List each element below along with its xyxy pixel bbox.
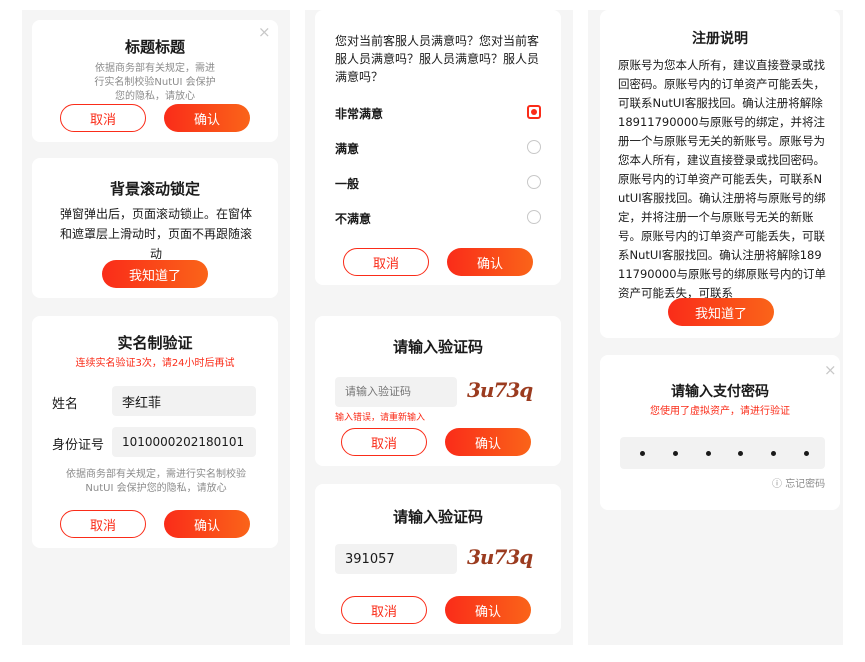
privacy-dialog: × 标题标题 依据商务部有关规定，需进行实名制校验NutUI 会保护您的隐私，请… xyxy=(32,20,278,142)
pay-password-dialog: × 请输入支付密码 您使用了虚拟资产，请进行验证 ⓘ 忘记密码 xyxy=(600,355,840,510)
cancel-button[interactable]: 取消 xyxy=(341,596,427,624)
captcha-dialog-filled: 请输入验证码 391057 3u73q 取消 确认 xyxy=(315,484,561,634)
cancel-button[interactable]: 取消 xyxy=(60,104,146,132)
captcha-input[interactable]: 391057 xyxy=(335,544,457,574)
survey-dialog: 您对当前客服人员满意吗？您对当前客服人员满意吗？服人员满意吗？服人员满意吗？ 非… xyxy=(315,10,561,285)
password-dot xyxy=(673,451,678,456)
realname-dialog: 实名制验证 连续实名验证3次，请24小时后再试 姓名 李红菲 身份证号 1010… xyxy=(32,316,278,548)
option-label-unsatisfied: 不满意 xyxy=(335,212,372,226)
captcha-input[interactable] xyxy=(335,377,457,407)
password-input[interactable] xyxy=(620,437,825,469)
scroll-lock-dialog: 背景滚动锁定 弹窗弹出后，页面滚动锁止。在窗体和遮罩层上滑动时，页面不再跟随滚动… xyxy=(32,158,278,298)
error-text: 输入错误，请重新输入 xyxy=(335,413,426,423)
option-radio-unsatisfied[interactable] xyxy=(527,210,541,224)
cancel-button[interactable]: 取消 xyxy=(60,510,146,538)
option-radio-satisfied[interactable] xyxy=(527,140,541,154)
password-dot xyxy=(640,451,645,456)
captcha-image[interactable]: 3u73q xyxy=(467,545,533,569)
option-label-satisfied: 满意 xyxy=(335,142,360,156)
id-number-field[interactable]: 1010000202180101 xyxy=(112,427,256,457)
subtitle-text: 您使用了虚拟资产，请进行验证 xyxy=(650,406,790,417)
captcha-dialog-error: 请输入验证码 3u73q 输入错误，请重新输入 取消 确认 xyxy=(315,316,561,466)
dialog-title: 请输入验证码 xyxy=(392,338,483,356)
dialog-title: 请输入验证码 xyxy=(392,508,483,526)
password-dot xyxy=(738,451,743,456)
id-label: 身份证号 xyxy=(52,438,105,453)
option-label-average: 一般 xyxy=(335,177,360,191)
password-dot xyxy=(804,451,809,456)
survey-question: 您对当前客服人员满意吗？您对当前客服人员满意吗？服人员满意吗？服人员满意吗？ xyxy=(335,34,540,84)
option-radio-very-satisfied[interactable] xyxy=(527,105,541,119)
confirm-button[interactable]: 确认 xyxy=(445,428,531,456)
confirm-button[interactable]: 确认 xyxy=(447,248,533,276)
note-text: 依据商务部有关规定，需进行实名制校验NutUI 会保护您的隐私，请放心 xyxy=(66,469,246,494)
dialog-text: 弹窗弹出后，页面滚动锁止。在窗体和遮罩层上滑动时，页面不再跟随滚动 xyxy=(60,207,253,261)
forgot-password-link[interactable]: ⓘ 忘记密码 xyxy=(772,475,825,490)
name-field[interactable]: 李红菲 xyxy=(112,386,256,416)
dialog-title: 请输入支付密码 xyxy=(671,384,769,400)
close-icon[interactable]: × xyxy=(824,363,837,378)
dialog-title: 注册说明 xyxy=(692,31,748,47)
captcha-image[interactable]: 3u73q xyxy=(467,378,533,402)
confirm-button[interactable]: 确认 xyxy=(164,104,250,132)
register-dialog: 注册说明 原账号为您本人所有，建议直接登录或找回密码。原账号内的订单资产可能丢失… xyxy=(600,10,840,338)
cancel-button[interactable]: 取消 xyxy=(341,428,427,456)
info-icon: ⓘ xyxy=(772,479,782,490)
cancel-button[interactable]: 取消 xyxy=(343,248,429,276)
option-radio-average[interactable] xyxy=(527,175,541,189)
acknowledge-button[interactable]: 我知道了 xyxy=(102,260,208,288)
option-label-very-satisfied: 非常满意 xyxy=(335,107,384,121)
dialog-text: 依据商务部有关规定，需进行实名制校验NutUI 会保护您的隐私，请放心 xyxy=(94,63,216,102)
acknowledge-button[interactable]: 我知道了 xyxy=(668,298,774,326)
confirm-button[interactable]: 确认 xyxy=(164,510,250,538)
dialog-title: 背景滚动锁定 xyxy=(109,180,200,198)
register-text: 原账号为您本人所有，建议直接登录或找回密码。原账号内的订单资产可能丢失，可联系N… xyxy=(618,58,827,300)
password-dot xyxy=(771,451,776,456)
password-dot xyxy=(706,451,711,456)
forgot-password-label: 忘记密码 xyxy=(785,479,826,490)
confirm-button[interactable]: 确认 xyxy=(445,596,531,624)
warning-text: 连续实名验证3次，请24小时后再试 xyxy=(75,358,235,369)
dialog-title: 标题标题 xyxy=(124,38,185,56)
name-label: 姓名 xyxy=(52,397,79,412)
dialog-title: 实名制验证 xyxy=(117,334,193,352)
